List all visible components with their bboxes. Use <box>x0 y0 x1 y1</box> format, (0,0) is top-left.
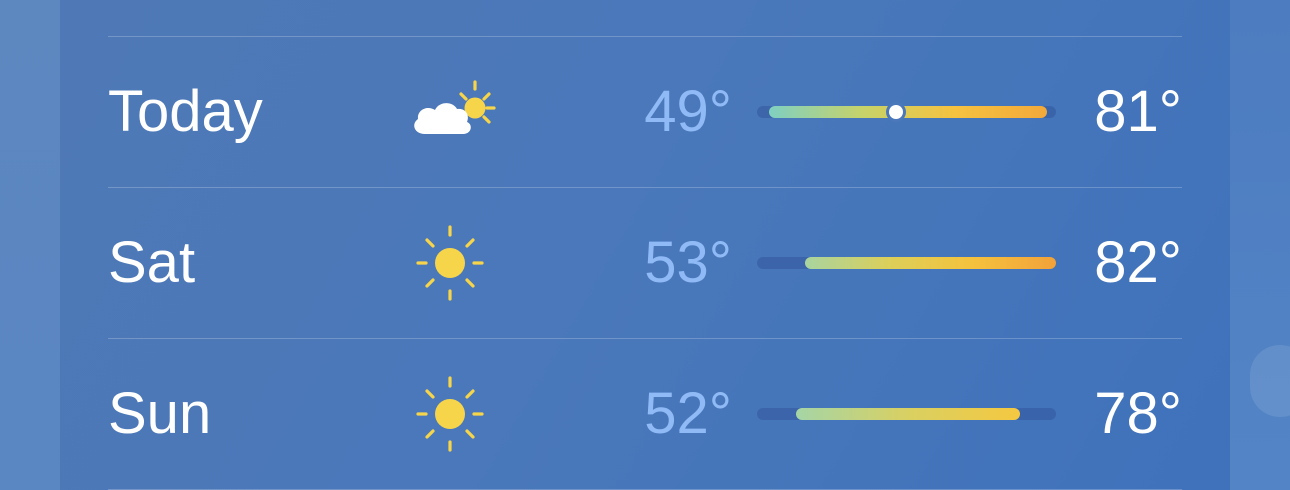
day-label: Today <box>108 79 263 144</box>
sun-icon <box>416 225 484 301</box>
high-temperature: 78° <box>1094 381 1182 446</box>
forecast-row-sat[interactable]: Sat 53° 82° <box>60 188 1230 338</box>
page-indicator-blob <box>1250 345 1290 417</box>
temperature-range-fill <box>805 257 1056 269</box>
low-temperature: 52° <box>644 381 732 446</box>
weather-screen: Today 49° 81° Sat 53° 82° Sun 52° 78° <box>0 0 1290 490</box>
temperature-range-fill <box>769 106 1047 118</box>
sun-icon <box>416 376 484 452</box>
temperature-range-bar <box>757 257 1056 269</box>
low-temperature: 49° <box>644 79 732 144</box>
forecast-row-sun[interactable]: Sun 52° 78° <box>60 339 1230 489</box>
high-temperature: 82° <box>1094 230 1182 295</box>
temperature-range-fill <box>796 408 1020 420</box>
forecast-row-today[interactable]: Today 49° 81° <box>60 37 1230 187</box>
day-label: Sun <box>108 381 212 446</box>
temperature-range-bar <box>757 105 1056 119</box>
right-background-edge <box>1230 0 1290 490</box>
low-temperature: 53° <box>644 230 732 295</box>
partly-cloudy-icon <box>414 80 496 134</box>
high-temperature: 81° <box>1094 79 1182 144</box>
left-background-edge <box>0 0 60 490</box>
ten-day-forecast-card[interactable]: Today 49° 81° Sat 53° 82° Sun 52° 78° <box>60 0 1230 490</box>
day-label: Sat <box>108 230 196 295</box>
current-temperature-dot <box>888 105 903 119</box>
temperature-range-bar <box>757 408 1056 420</box>
